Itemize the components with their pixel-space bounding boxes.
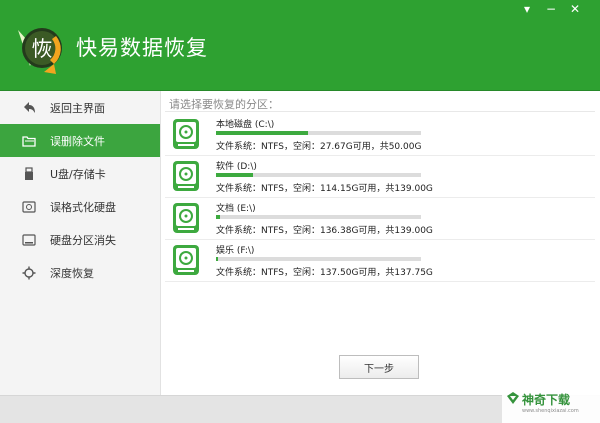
- disk-usage-bar: [216, 215, 421, 219]
- disk-info: 文件系统：NTFS，空闲：114.15G可用，共139.00G: [216, 184, 433, 194]
- disk-name: 软件 (D:\): [216, 162, 257, 172]
- main-panel: 请选择要恢复的分区： 本地磁盘 (C:\) 文件系统：NTFS，空闲：27.67…: [161, 91, 600, 395]
- disk-item-c[interactable]: 本地磁盘 (C:\) 文件系统：NTFS，空闲：27.67G可用，共50.00G: [161, 114, 600, 154]
- restore-button[interactable]: −: [542, 2, 560, 16]
- usb-drive-icon: [25, 166, 33, 180]
- partition-icon: [22, 233, 36, 246]
- disk-name: 娱乐 (F:\): [216, 246, 255, 256]
- disk-usage-fill: [216, 257, 219, 261]
- sidebar-item-label: 误格式化硬盘: [50, 200, 116, 214]
- sidebar-item-label: 误删除文件: [50, 134, 105, 148]
- disk-usage-fill: [216, 131, 309, 135]
- disk-usage-fill: [216, 173, 253, 177]
- disk-usage-bar: [216, 173, 421, 177]
- disk-item-f[interactable]: 娱乐 (F:\) 文件系统：NTFS，空闲：137.50G可用，共137.75G: [161, 240, 600, 280]
- disk-item-d[interactable]: 软件 (D:\) 文件系统：NTFS，空闲：114.15G可用，共139.00G: [161, 156, 600, 196]
- partition-prompt: 请选择要恢复的分区：: [169, 98, 279, 111]
- app-title: 快易数据恢复: [76, 36, 208, 60]
- disk-info: 文件系统：NTFS，空闲：27.67G可用，共50.00G: [216, 142, 422, 152]
- sidebar-item-label: 深度恢复: [50, 266, 94, 280]
- drive-icon: [173, 119, 199, 149]
- drive-icon: [173, 203, 199, 233]
- deep-scan-icon: [22, 266, 36, 279]
- sidebar-item-formatted-disk[interactable]: 误格式化硬盘: [0, 190, 160, 223]
- sidebar-item-deep-recovery[interactable]: 深度恢复: [0, 256, 160, 289]
- disk-usage-bar: [216, 131, 421, 135]
- divider: [165, 111, 595, 112]
- disk-usage-fill: [216, 215, 221, 219]
- app-logo-icon: 恢: [18, 28, 62, 74]
- minimize-button[interactable]: ▾: [518, 2, 536, 16]
- disk-info: 文件系统：NTFS，空闲：137.50G可用，共137.75G: [216, 268, 433, 278]
- drive-icon: [173, 161, 199, 191]
- close-button[interactable]: ✕: [566, 2, 584, 16]
- watermark-text: 神奇下载: [522, 393, 571, 407]
- sidebar-item-label: 返回主界面: [50, 101, 105, 115]
- drive-icon: [173, 245, 199, 275]
- disk-usage-bar: [216, 257, 421, 261]
- disk-name: 文档 (E:\): [216, 204, 256, 214]
- disk-item-e[interactable]: 文档 (E:\) 文件系统：NTFS，空闲：136.38G可用，共139.00G: [161, 198, 600, 238]
- sidebar-item-back-home[interactable]: 返回主界面: [0, 91, 160, 124]
- sidebar: 返回主界面 误删除文件 U盘/存储卡 误格式化硬盘 硬盘分区消失 深度恢复: [0, 91, 161, 395]
- watermark-url: www.shenqixiazai.com: [522, 408, 579, 414]
- next-button[interactable]: 下一步: [339, 355, 419, 379]
- sidebar-item-usb-card[interactable]: U盘/存储卡: [0, 157, 160, 190]
- back-arrow-icon: [24, 101, 35, 113]
- folder-icon: [22, 135, 36, 147]
- divider: [165, 281, 595, 282]
- sidebar-item-partition-lost[interactable]: 硬盘分区消失: [0, 223, 160, 256]
- title-bar: 恢 快易数据恢复 ▾ − ✕: [0, 0, 600, 91]
- watermark: 神奇下载 www.shenqixiazai.com: [502, 384, 600, 423]
- logo-text: 恢: [32, 37, 53, 61]
- watermark-logo-icon: [507, 392, 519, 404]
- hard-disk-icon: [22, 200, 36, 213]
- disk-name: 本地磁盘 (C:\): [216, 120, 275, 130]
- sidebar-item-label: 硬盘分区消失: [50, 233, 116, 247]
- sidebar-item-label: U盘/存储卡: [50, 167, 106, 181]
- app-window: 恢 快易数据恢复 ▾ − ✕ 返回主界面 误删除文件 U盘/存储卡 误格式化硬盘…: [0, 0, 600, 423]
- disk-info: 文件系统：NTFS，空闲：136.38G可用，共139.00G: [216, 226, 433, 236]
- sidebar-item-deleted-files[interactable]: 误删除文件: [0, 124, 160, 157]
